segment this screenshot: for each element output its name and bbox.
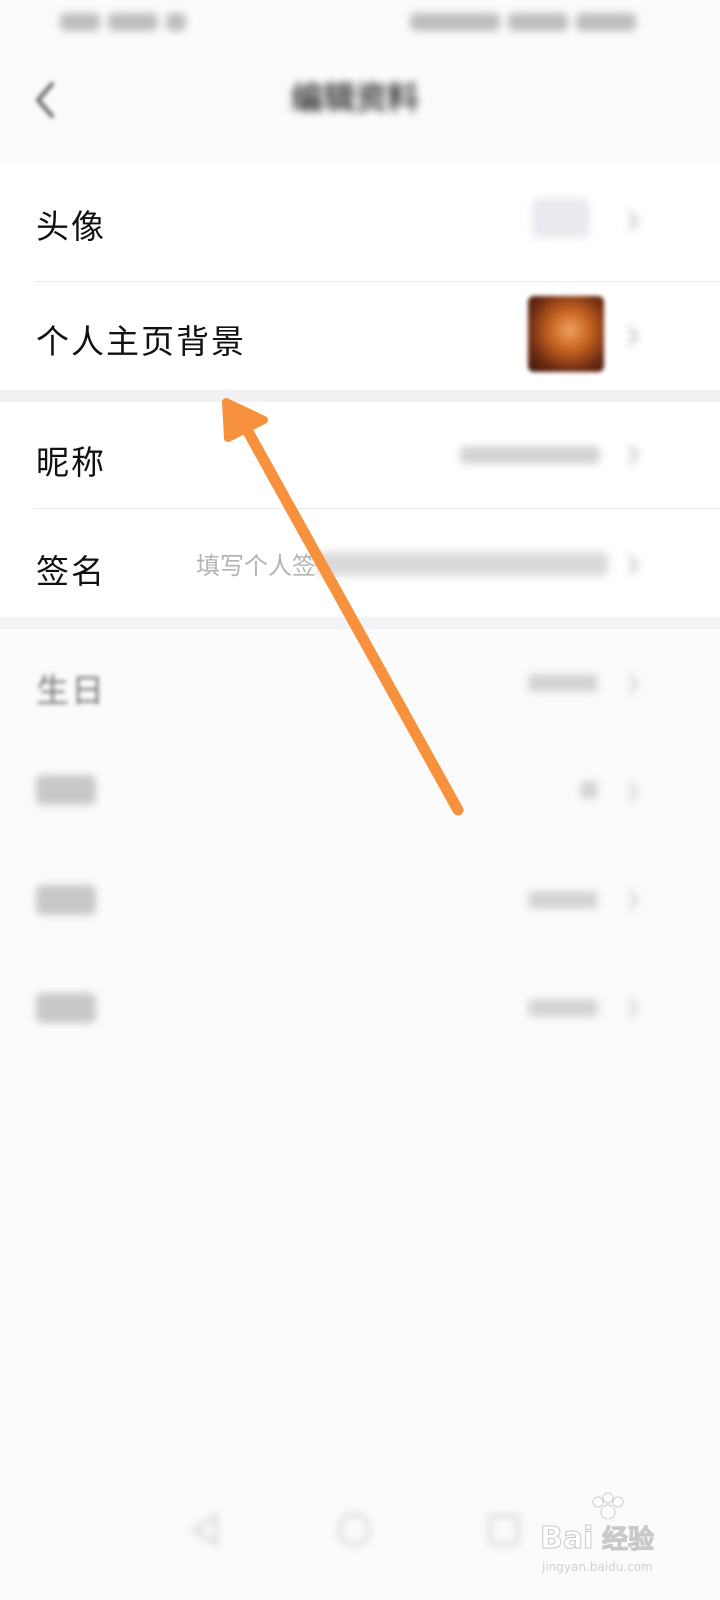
signature-label: 签名	[36, 552, 106, 591]
chevron-right-icon	[626, 672, 640, 696]
nav-home-icon[interactable]	[334, 1510, 374, 1550]
chevron-right-icon	[626, 553, 640, 577]
row-nickname[interactable]: 昵称	[0, 402, 720, 508]
back-icon[interactable]	[28, 78, 64, 122]
row-birthday[interactable]: 生日	[0, 640, 720, 740]
row-occupation-label[interactable]	[36, 993, 96, 1023]
birthday-value	[528, 674, 598, 692]
nickname-label: 昵称	[36, 443, 106, 482]
nav-recents-icon[interactable]	[484, 1510, 524, 1550]
watermark-text-2: 经验	[602, 1524, 654, 1555]
header: 编辑资料	[0, 60, 720, 140]
avatar-chevron-row	[0, 165, 720, 280]
chevron-right-icon	[626, 996, 640, 1020]
row-gender-label[interactable]	[36, 775, 96, 805]
watermark-text: Bai	[540, 1521, 593, 1556]
nav-back-icon[interactable]	[186, 1510, 226, 1550]
chevron-right-icon	[626, 443, 640, 467]
occupation-value	[528, 999, 598, 1017]
chevron-right-icon	[626, 780, 640, 804]
page-title: 编辑资料	[290, 79, 419, 117]
signature-placeholder: 填写个人签	[196, 552, 316, 580]
background-label: 个人主页背景	[36, 322, 246, 361]
watermark-url: jingyan.baidu.com	[542, 1560, 653, 1574]
section-gap	[0, 390, 720, 402]
signature-placeholder-blurred	[318, 552, 608, 576]
row-region-label[interactable]	[36, 885, 96, 915]
gender-value	[580, 781, 598, 799]
status-bar-right	[410, 8, 640, 36]
chevron-right-icon	[626, 888, 640, 912]
chevron-right-icon	[626, 324, 640, 348]
row-background[interactable]: 个人主页背景	[0, 282, 720, 390]
birthday-label: 生日	[36, 671, 106, 710]
chevron-right-icon	[626, 209, 640, 233]
nickname-value	[460, 446, 600, 464]
watermark-logo: Bai 经验	[540, 1492, 680, 1562]
status-bar	[0, 0, 720, 50]
region-value	[528, 891, 598, 909]
section-gap	[0, 617, 720, 629]
status-bar-left	[60, 8, 190, 36]
background-thumbnail[interactable]	[528, 296, 604, 372]
